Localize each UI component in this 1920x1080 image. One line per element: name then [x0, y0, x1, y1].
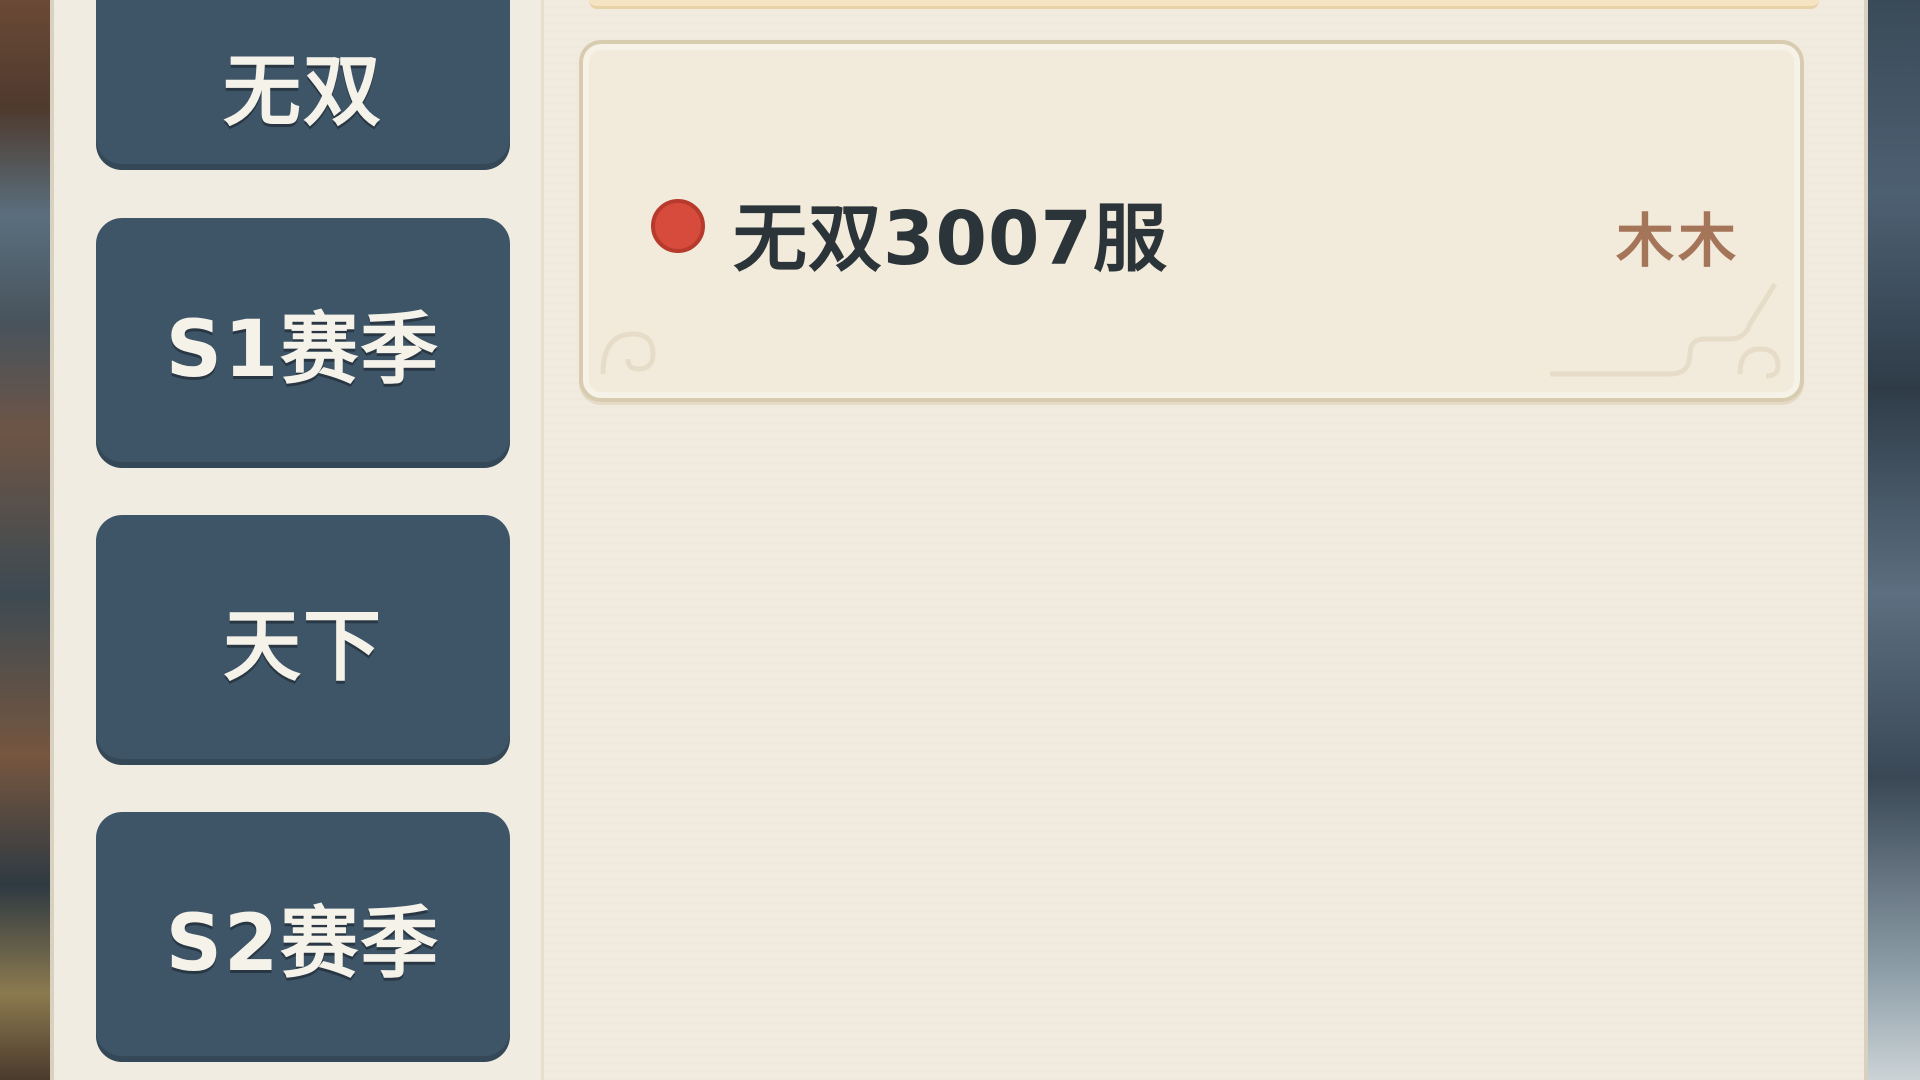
server-tag: 木木 [1615, 207, 1740, 275]
sidebar: 无双 S1赛季 天下 S2赛季 [54, 0, 544, 1080]
tab-label: S2赛季 [165, 899, 441, 989]
server-entry[interactable]: 无双3007服 木木 [579, 40, 1804, 402]
server-name: 无双3007服 [733, 196, 1168, 282]
tab-s1-season[interactable]: S1赛季 [96, 218, 510, 468]
server-list-area: 无双3007服 木木 [544, 0, 1864, 1080]
previous-entry-edge [589, 0, 1819, 9]
cloud-ornament-icon [600, 331, 656, 375]
server-status-dot [651, 199, 705, 253]
tab-tianxia[interactable]: 天下 [96, 515, 510, 765]
tab-s2-season[interactable]: S2赛季 [96, 812, 510, 1062]
server-select-panel: 无双 S1赛季 天下 S2赛季 无双3007服 木木 [50, 0, 1868, 1080]
tab-wushuang[interactable]: 无双 [96, 0, 510, 170]
tab-label: S1赛季 [165, 305, 441, 395]
cloud-ornament-icon [1550, 282, 1781, 379]
tab-label: 无双 [222, 47, 383, 137]
tab-label: 天下 [222, 602, 383, 692]
background-scenery-right [1860, 0, 1920, 1080]
